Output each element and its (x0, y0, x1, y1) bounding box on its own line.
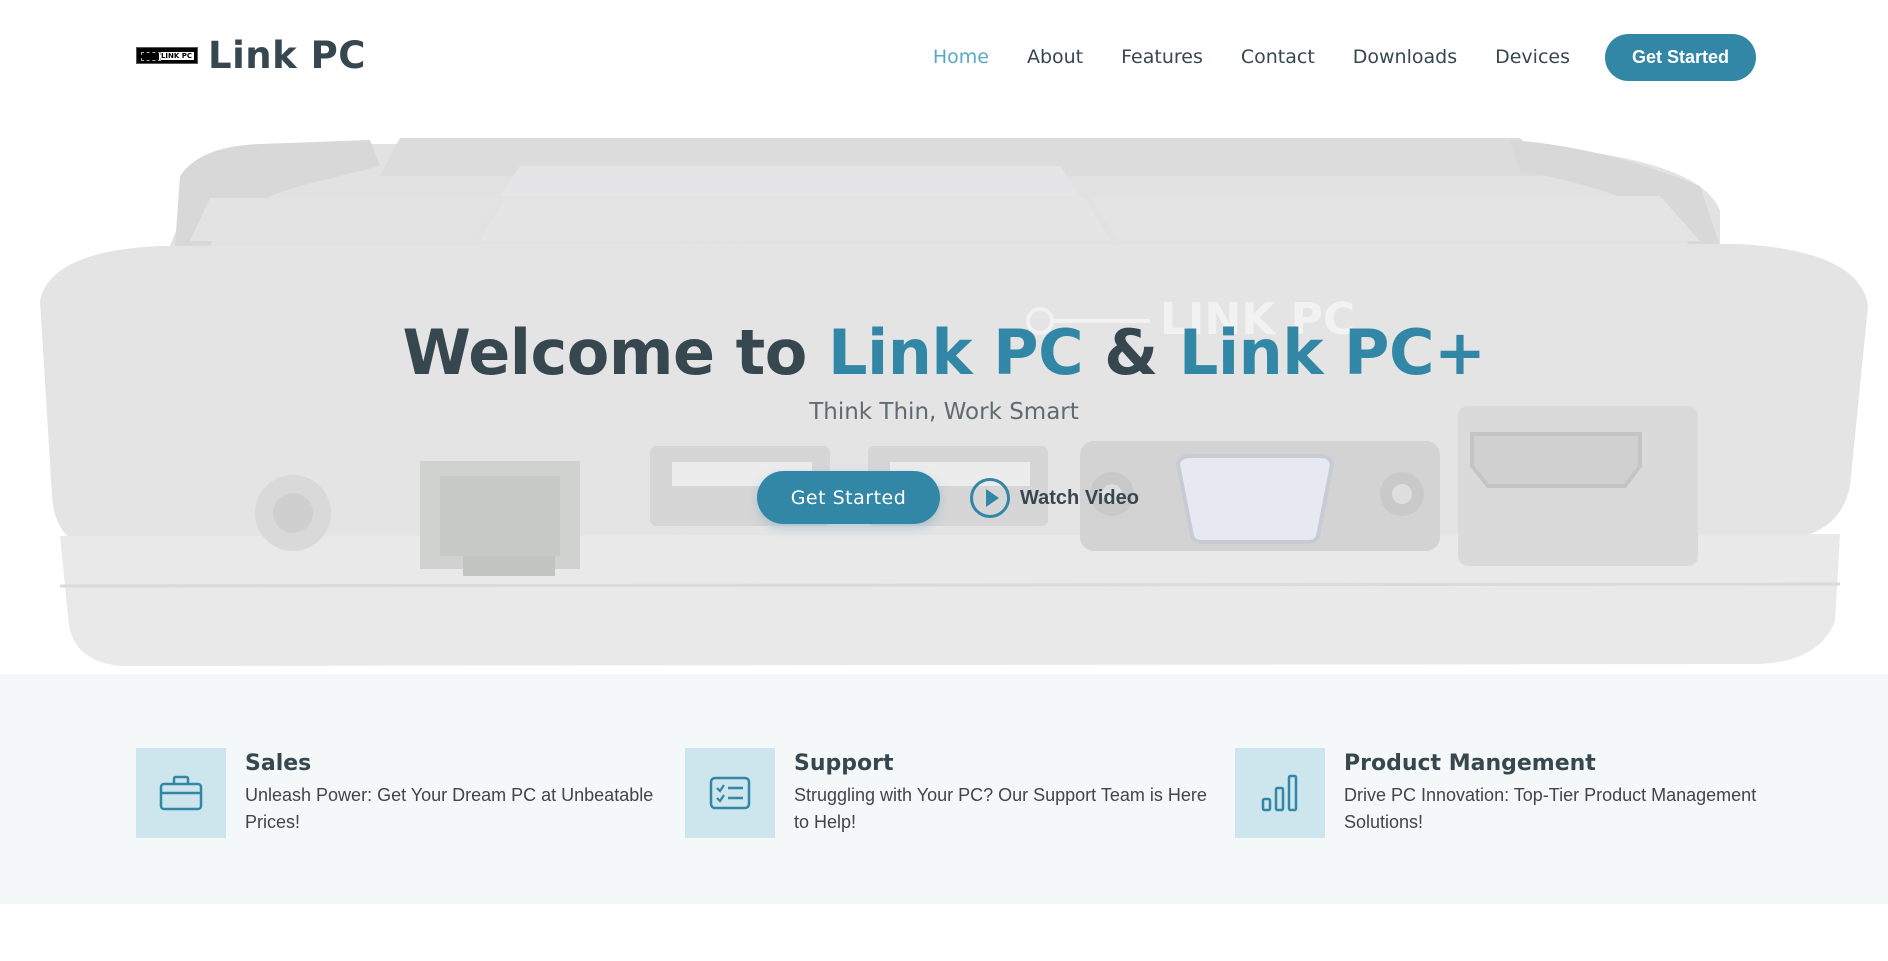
feature-description: Unleash Power: Get Your Dream PC at Unbe… (245, 785, 654, 832)
header-get-started-button[interactable]: Get Started (1605, 34, 1756, 81)
logo-mark-text: LINK PC (158, 51, 194, 60)
nav-contact-link[interactable]: Contact (1241, 46, 1315, 68)
feature-card-product-management: Product Mangement Drive PC Innovation: T… (1235, 748, 1756, 838)
feature-description: Struggling with Your PC? Our Support Tea… (794, 785, 1207, 832)
nav-home-link[interactable]: Home (933, 46, 989, 68)
hero-title-accent-linkpcplus: Link PC+ (1178, 316, 1486, 389)
watch-video-button[interactable]: Watch Video (970, 478, 1139, 518)
features-section: Sales Unleash Power: Get Your Dream PC a… (0, 674, 1888, 904)
bar-chart-icon (1235, 748, 1325, 838)
feature-title: Support (794, 751, 894, 776)
feature-card-support: Support Struggling with Your PC? Our Sup… (685, 748, 1207, 838)
feature-title: Sales (245, 751, 312, 776)
feature-title: Product Mangement (1344, 751, 1596, 776)
hero-title-accent-linkpc: Link PC (827, 316, 1084, 389)
nav-features-link[interactable]: Features (1121, 46, 1203, 68)
site-header: LINK PC Link PC Home About Features Cont… (0, 0, 1888, 116)
brand-name: Link PC (208, 34, 366, 77)
hero-title-amp: & (1083, 316, 1179, 389)
hero-section: LINK PC Welcome to Link PC & Link PC+ Th… (0, 116, 1888, 674)
brand-logo[interactable]: LINK PC Link PC (136, 34, 366, 77)
hero-get-started-button[interactable]: Get Started (757, 471, 940, 524)
nav-downloads-link[interactable]: Downloads (1353, 46, 1457, 68)
hero-subtitle: Think Thin, Work Smart (809, 399, 1079, 425)
feature-card-sales: Sales Unleash Power: Get Your Dream PC a… (136, 748, 653, 838)
checklist-icon (685, 748, 775, 838)
briefcase-icon (136, 748, 226, 838)
main-nav: Home About Features Contact Downloads De… (933, 46, 1570, 68)
play-icon (970, 478, 1010, 518)
feature-description: Drive PC Innovation: Top-Tier Product Ma… (1344, 785, 1757, 832)
nav-about-link[interactable]: About (1027, 46, 1083, 68)
mini-pc-background-image: LINK PC (40, 138, 1868, 666)
nav-devices-link[interactable]: Devices (1495, 46, 1570, 68)
logo-mark-icon: LINK PC (136, 47, 198, 64)
hero-title-part1: Welcome to (402, 316, 828, 389)
watch-video-label: Watch Video (1020, 486, 1139, 509)
hero-title: Welcome to Link PC & Link PC+ (0, 316, 1888, 389)
